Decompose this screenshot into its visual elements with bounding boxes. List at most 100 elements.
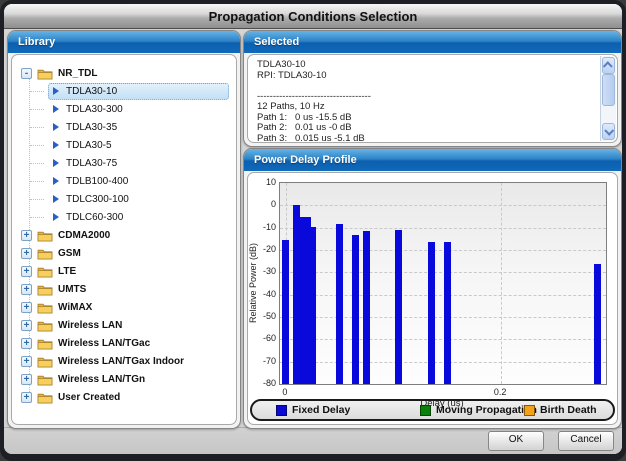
folder-icon — [37, 319, 53, 331]
y-tick-label: -80 — [250, 378, 276, 388]
tree-leaf-item[interactable]: TDLC300-100 — [12, 190, 236, 208]
pdp-panel-title: Power Delay Profile — [254, 154, 357, 166]
tree-folder-item[interactable]: +GSM — [12, 244, 236, 262]
y-tick-label: -50 — [250, 311, 276, 321]
tree-leaf-wrap[interactable]: TDLA30-5 — [48, 137, 229, 154]
power-delay-profile-panel: Power Delay Profile Relative Power (dB) … — [243, 148, 622, 429]
library-panel-header: Library — [8, 31, 240, 53]
pdp-path-bar — [363, 231, 370, 384]
dialog-title: Propagation Conditions Selection — [209, 9, 418, 24]
tree-folder-item[interactable]: - NR_TDL — [12, 64, 236, 82]
pdp-path-bar — [594, 264, 601, 384]
folder-icon — [37, 67, 53, 79]
dialog-body: Library - NR_TDL TDLA30-10 TDLA30-300 TDLA30… — [4, 29, 622, 427]
pdp-path-bar — [428, 242, 435, 384]
tree-leaf-item[interactable]: TDLA30-5 — [12, 136, 236, 154]
cancel-button[interactable]: Cancel — [558, 431, 614, 451]
tree-leaf-label: TDLB100-400 — [66, 176, 128, 187]
tree-leaf-wrap[interactable]: TDLA30-35 — [48, 119, 229, 136]
tree-leaf-label: TDLA30-35 — [66, 122, 117, 133]
tree-leaf-wrap[interactable]: TDLA30-75 — [48, 155, 229, 172]
selected-description-line: Path 3: 0.015 us -5.1 dB — [257, 134, 600, 143]
expand-icon[interactable]: + — [21, 320, 32, 331]
expand-icon[interactable]: + — [21, 356, 32, 367]
y-tick-label: 10 — [250, 177, 276, 187]
tree-folder-item[interactable]: +User Created — [12, 388, 236, 406]
folder-icon — [37, 283, 53, 295]
scroll-down-icon[interactable] — [602, 123, 615, 140]
play-triangle-icon — [53, 141, 59, 149]
tree-leaf-label: TDLA30-300 — [66, 104, 123, 115]
expand-icon[interactable]: + — [21, 284, 32, 295]
expand-icon[interactable]: + — [21, 338, 32, 349]
expand-icon[interactable]: + — [21, 230, 32, 241]
library-tree: - NR_TDL TDLA30-10 TDLA30-300 TDLA30-35 TDLA3… — [12, 55, 236, 424]
tree-folder-item[interactable]: + CDMA2000 — [12, 226, 236, 244]
tree-folder-item[interactable]: + UMTS — [12, 280, 236, 298]
tree-folder-item[interactable]: +WiMAX — [12, 298, 236, 316]
chevron-up-icon — [603, 61, 613, 71]
tree-leaf-item[interactable]: TDLA30-75 — [12, 154, 236, 172]
tree-leaf-wrap[interactable]: TDLA30-300 — [48, 101, 229, 118]
pdp-path-bar — [282, 240, 289, 384]
pdp-panel-content: Relative Power (dB) Fixed DelayMoving Pr… — [247, 172, 618, 425]
tree-leaf-wrap[interactable]: TDLC60-300 — [48, 209, 229, 226]
pdp-plot — [279, 182, 607, 385]
selected-panel-content: TDLA30-10RPI: TDLA30-10 ----------------… — [247, 54, 618, 143]
y-tick-label: -70 — [250, 356, 276, 366]
tree-leaf-label: TDLA30-10 — [66, 86, 117, 97]
ok-button[interactable]: OK — [488, 431, 544, 451]
tree-folder-label: Wireless LAN — [58, 320, 122, 331]
y-tick-label: -30 — [250, 266, 276, 276]
play-triangle-icon — [53, 123, 59, 131]
play-triangle-icon — [53, 195, 59, 203]
tree-folder-item[interactable]: + Wireless LAN/TGn — [12, 370, 236, 388]
tree-folder-label: UMTS — [58, 284, 86, 295]
folder-icon — [37, 391, 53, 403]
pdp-path-bar — [336, 224, 343, 384]
scrollbar-thumb[interactable] — [602, 74, 615, 106]
y-tick-label: -20 — [250, 244, 276, 254]
tree-leaf-label: TDLC60-300 — [66, 212, 123, 223]
tree-folder-label: Wireless LAN/TGax Indoor — [58, 356, 184, 367]
tree-folder-label: CDMA2000 — [58, 230, 110, 241]
tree-selected-highlight[interactable]: TDLA30-10 — [48, 83, 229, 100]
selected-description-line: RPI: TDLA30-10 — [257, 71, 600, 82]
tree-leaf-item[interactable]: TDLB100-400 — [12, 172, 236, 190]
tree-leaf-item[interactable]: TDLA30-35 — [12, 118, 236, 136]
expand-icon[interactable]: + — [21, 374, 32, 385]
tree-folder-label: Wireless LAN/TGn — [58, 374, 145, 385]
collapse-icon[interactable]: - — [21, 68, 32, 79]
tree-folder-item[interactable]: + LTE — [12, 262, 236, 280]
expand-icon[interactable]: + — [21, 266, 32, 277]
selected-panel-title: Selected — [254, 36, 299, 48]
play-triangle-icon — [53, 87, 59, 95]
pdp-path-bar — [352, 235, 359, 384]
expand-icon[interactable]: + — [21, 248, 32, 259]
play-triangle-icon — [53, 159, 59, 167]
chevron-down-icon — [604, 126, 614, 136]
legend-label: Fixed Delay — [292, 404, 350, 416]
h-gridline — [280, 228, 606, 229]
tree-leaf-wrap[interactable]: TDLB100-400 — [48, 173, 229, 190]
tree-folder-label: LTE — [58, 266, 76, 277]
pdp-chart: Relative Power (dB) Fixed DelayMoving Pr… — [248, 173, 617, 424]
scroll-up-icon[interactable] — [602, 57, 615, 74]
expand-icon[interactable]: + — [21, 392, 32, 403]
tree-leaf-item[interactable]: TDLA30-10 — [12, 82, 236, 100]
tree-folder-label: NR_TDL — [58, 68, 97, 79]
selected-scrollbar[interactable] — [600, 56, 616, 141]
play-triangle-icon — [53, 105, 59, 113]
y-axis-label: Relative Power (dB) — [247, 182, 260, 383]
dialog-footer: OK Cancel — [4, 427, 622, 454]
tree-folder-item[interactable]: + Wireless LAN/TGax Indoor — [12, 352, 236, 370]
tree-folder-item[interactable]: +Wireless LAN/TGac — [12, 334, 236, 352]
expand-icon[interactable]: + — [21, 302, 32, 313]
tree-folder-item[interactable]: + Wireless LAN — [12, 316, 236, 334]
tree-leaf-item[interactable]: TDLC60-300 — [12, 208, 236, 226]
tree-leaf-item[interactable]: TDLA30-300 — [12, 100, 236, 118]
folder-icon — [37, 373, 53, 385]
selected-description-line: TDLA30-10 — [257, 60, 600, 71]
tree-leaf-wrap[interactable]: TDLC300-100 — [48, 191, 229, 208]
folder-icon — [37, 355, 53, 367]
